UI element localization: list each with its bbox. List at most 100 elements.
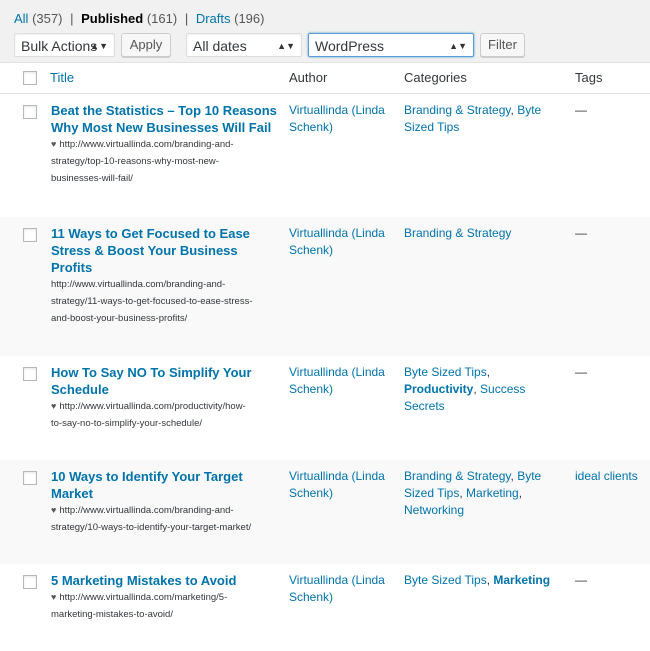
filter-published-count: (161): [146, 11, 178, 26]
heart-icon: ♥: [51, 401, 57, 411]
filter-separator: |: [184, 11, 189, 26]
table-header: Title Author Categories Tags: [0, 63, 650, 94]
table-row: 11 Ways to Get Focused to Ease Stress & B…: [0, 217, 650, 356]
post-author-link[interactable]: Virtuallinda (Linda Schenk): [289, 364, 389, 398]
apply-button[interactable]: Apply: [121, 33, 171, 57]
permalink-line: strategy/10-ways-to-identify-your-target…: [51, 522, 252, 533]
post-author-link[interactable]: Virtuallinda (Linda Schenk): [289, 572, 389, 606]
post-permalink: ♥ http://www.virtuallinda.com/branding-an…: [51, 136, 286, 187]
permalink-line: businesses-will-fail/: [51, 173, 133, 184]
post-title-link[interactable]: Beat the Statistics – Top 10 Reasons Why …: [51, 102, 281, 136]
column-title-header[interactable]: Title: [50, 70, 74, 85]
filter-published-link[interactable]: Published: [81, 11, 143, 26]
filter-button[interactable]: Filter: [480, 33, 525, 57]
permalink-line: http://www.virtuallinda.com/branding-and…: [59, 139, 234, 150]
post-title-line: Stress & Boost Your Business: [51, 243, 238, 258]
post-title-line: How To Say NO To Simplify Your: [51, 365, 252, 380]
select-arrows-icon: ▲▼: [277, 41, 295, 51]
post-categories: Branding & Strategy: [404, 225, 564, 242]
table-row: 5 Marketing Mistakes to Avoid ♥ http://www…: [0, 564, 650, 651]
permalink-line: http://www.virtuallinda.com/marketing/5-: [59, 592, 228, 603]
select-all-checkbox[interactable]: [23, 71, 37, 85]
post-tags-empty: —: [575, 103, 587, 117]
post-title-link[interactable]: 10 Ways to Identify Your Target Market: [51, 468, 281, 502]
post-categories: Byte Sized Tips, Marketing: [404, 572, 564, 589]
posts-table: Title Author Categories Tags Beat the St…: [0, 62, 650, 651]
post-tags-empty: —: [575, 573, 587, 587]
select-arrows-icon: ▲▼: [90, 41, 108, 51]
post-title-line: 10 Ways to Identify Your Target: [51, 469, 243, 484]
column-tags-header: Tags: [575, 70, 603, 85]
filter-published-label: Published: [81, 11, 144, 26]
heart-icon: ♥: [51, 592, 57, 602]
status-filter-links: All (357) | Published (161) | Drafts (19…: [14, 11, 264, 26]
permalink-line: http://www.virtuallinda.com/productivity…: [59, 401, 246, 412]
post-author-link[interactable]: Virtuallinda (Linda Schenk): [289, 468, 389, 502]
author-line: Virtuallinda (Linda: [289, 573, 385, 587]
heart-icon: ♥: [51, 139, 57, 149]
permalink-line: http://www.virtuallinda.com/branding-and…: [59, 505, 234, 516]
row-checkbox[interactable]: [23, 228, 37, 242]
bulk-actions-select[interactable]: Bulk Actions ▲▼: [14, 33, 115, 57]
post-permalink: ♥ http://www.virtuallinda.com/marketing/5…: [51, 589, 286, 623]
category-link[interactable]: Productivity: [404, 382, 473, 396]
category-link[interactable]: Branding & Strategy: [404, 103, 511, 117]
date-filter-value: All dates: [193, 38, 247, 54]
category-link[interactable]: Branding & Strategy: [404, 469, 511, 483]
post-author-link[interactable]: Virtuallinda (Linda Schenk): [289, 225, 389, 259]
filter-drafts-count: (196): [234, 11, 265, 26]
category-separator: ,: [518, 486, 523, 500]
post-title-line: 11 Ways to Get Focused to Ease: [51, 226, 250, 241]
date-filter-select[interactable]: All dates ▲▼: [186, 33, 302, 57]
post-author-link[interactable]: Virtuallinda (Linda Schenk): [289, 102, 389, 136]
heart-icon: ♥: [51, 505, 57, 515]
permalink-line: and-boost-your-business-profits/: [51, 313, 188, 324]
row-checkbox[interactable]: [23, 575, 37, 589]
post-title-link[interactable]: How To Say NO To Simplify Your Schedule: [51, 364, 281, 398]
category-filter-select[interactable]: WordPress ▲▼: [308, 33, 474, 57]
permalink-line: marketing-mistakes-to-avoid/: [51, 609, 173, 620]
author-line: Schenk): [289, 243, 334, 257]
post-permalink: http://www.virtuallinda.com/branding-and…: [51, 276, 286, 327]
permalink-line: strategy/top-10-reasons-why-most-new-: [51, 156, 219, 167]
row-checkbox[interactable]: [23, 105, 37, 119]
author-line: Schenk): [289, 120, 334, 134]
filter-drafts-label: Drafts: [195, 11, 231, 26]
post-title-line: Schedule: [51, 382, 109, 397]
category-link[interactable]: Marketing: [466, 486, 519, 500]
row-checkbox[interactable]: [23, 367, 37, 381]
select-arrows-icon: ▲▼: [449, 41, 467, 51]
post-categories: Branding & Strategy, Byte Sized Tips: [404, 102, 564, 136]
post-title-line: Market: [51, 486, 93, 501]
post-permalink: ♥ http://www.virtuallinda.com/branding-an…: [51, 502, 286, 536]
post-tag-link[interactable]: ideal clients: [575, 468, 650, 485]
post-tags-empty: —: [575, 365, 587, 379]
table-row: 10 Ways to Identify Your Target Market ♥ ht…: [0, 460, 650, 564]
category-link[interactable]: Branding & Strategy: [404, 226, 511, 240]
post-categories: Branding & Strategy, Byte Sized Tips, Ma…: [404, 468, 564, 519]
row-checkbox[interactable]: [23, 471, 37, 485]
category-filter-value: WordPress: [315, 38, 384, 54]
post-title-link[interactable]: 5 Marketing Mistakes to Avoid: [51, 572, 281, 589]
category-link[interactable]: Byte Sized Tips: [404, 365, 487, 379]
table-row: How To Say NO To Simplify Your Schedule ♥ h…: [0, 356, 650, 460]
table-toolbar: Bulk Actions ▲▼ Apply All dates ▲▼ WordP…: [14, 33, 650, 59]
author-line: Virtuallinda (Linda: [289, 103, 385, 117]
permalink-line: to-say-no-to-simplify-your-schedule/: [51, 418, 202, 429]
post-title-line: Beat the Statistics – Top 10 Reasons: [51, 103, 277, 118]
post-permalink: ♥ http://www.virtuallinda.com/productivit…: [51, 398, 286, 432]
category-link[interactable]: Marketing: [493, 573, 550, 587]
filter-all-label: All: [14, 11, 29, 26]
post-title-link[interactable]: 11 Ways to Get Focused to Ease Stress & B…: [51, 225, 281, 276]
category-link[interactable]: Byte Sized Tips: [404, 573, 487, 587]
filter-drafts-link[interactable]: Drafts: [196, 11, 231, 26]
filter-all-link[interactable]: All: [14, 11, 28, 26]
column-author-header: Author: [289, 70, 328, 85]
author-line: Virtuallinda (Linda: [289, 365, 385, 379]
category-link[interactable]: Networking: [404, 503, 464, 517]
post-title-line: 5 Marketing Mistakes to Avoid: [51, 573, 237, 588]
post-tags-empty: —: [575, 226, 587, 240]
permalink-line: http://www.virtuallinda.com/branding-and…: [51, 279, 226, 290]
author-line: Schenk): [289, 590, 334, 604]
post-categories: Byte Sized Tips, Productivity, Success S…: [404, 364, 564, 415]
